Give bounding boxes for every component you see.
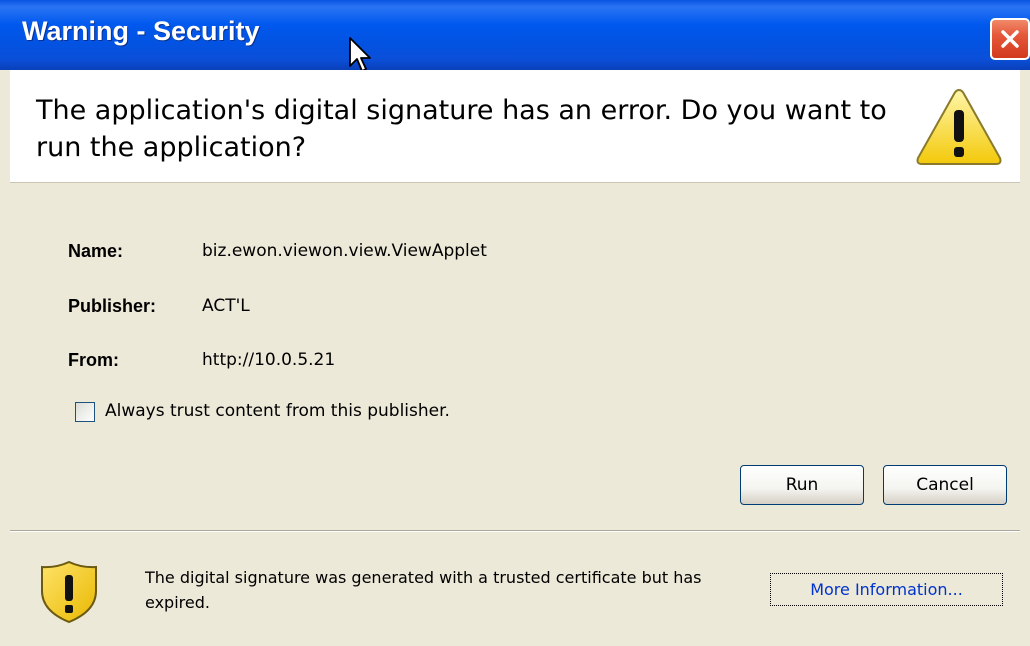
warning-triangle-icon [916,88,1002,165]
window-title: Warning - Security [22,16,260,46]
run-button[interactable]: Run [740,465,864,505]
close-icon [1001,30,1019,48]
cancel-button[interactable]: Cancel [883,465,1007,505]
publisher-value: ACT'L [202,296,250,316]
footer-divider [10,530,1020,532]
always-trust-checkbox[interactable] [75,402,95,422]
name-value: biz.ewon.viewon.view.ViewApplet [202,241,487,261]
title-bar[interactable]: Warning - Security [0,0,1030,70]
certificate-message: The digital signature was generated with… [145,568,702,612]
from-value: http://10.0.5.21 [202,350,336,370]
security-warning-dialog: Warning - Security The application's dig… [0,0,1030,646]
more-information-link[interactable]: More Information... [770,573,1003,606]
publisher-label: Publisher: [68,296,157,316]
warning-message: The application's digital signature has … [36,95,887,163]
message-header: The application's digital signature has … [10,70,1020,183]
close-button[interactable] [990,18,1030,60]
name-label: Name: [68,241,124,261]
shield-warning-icon [41,560,97,624]
always-trust-label[interactable]: Always trust content from this publisher… [105,401,450,421]
from-label: From: [68,350,119,370]
